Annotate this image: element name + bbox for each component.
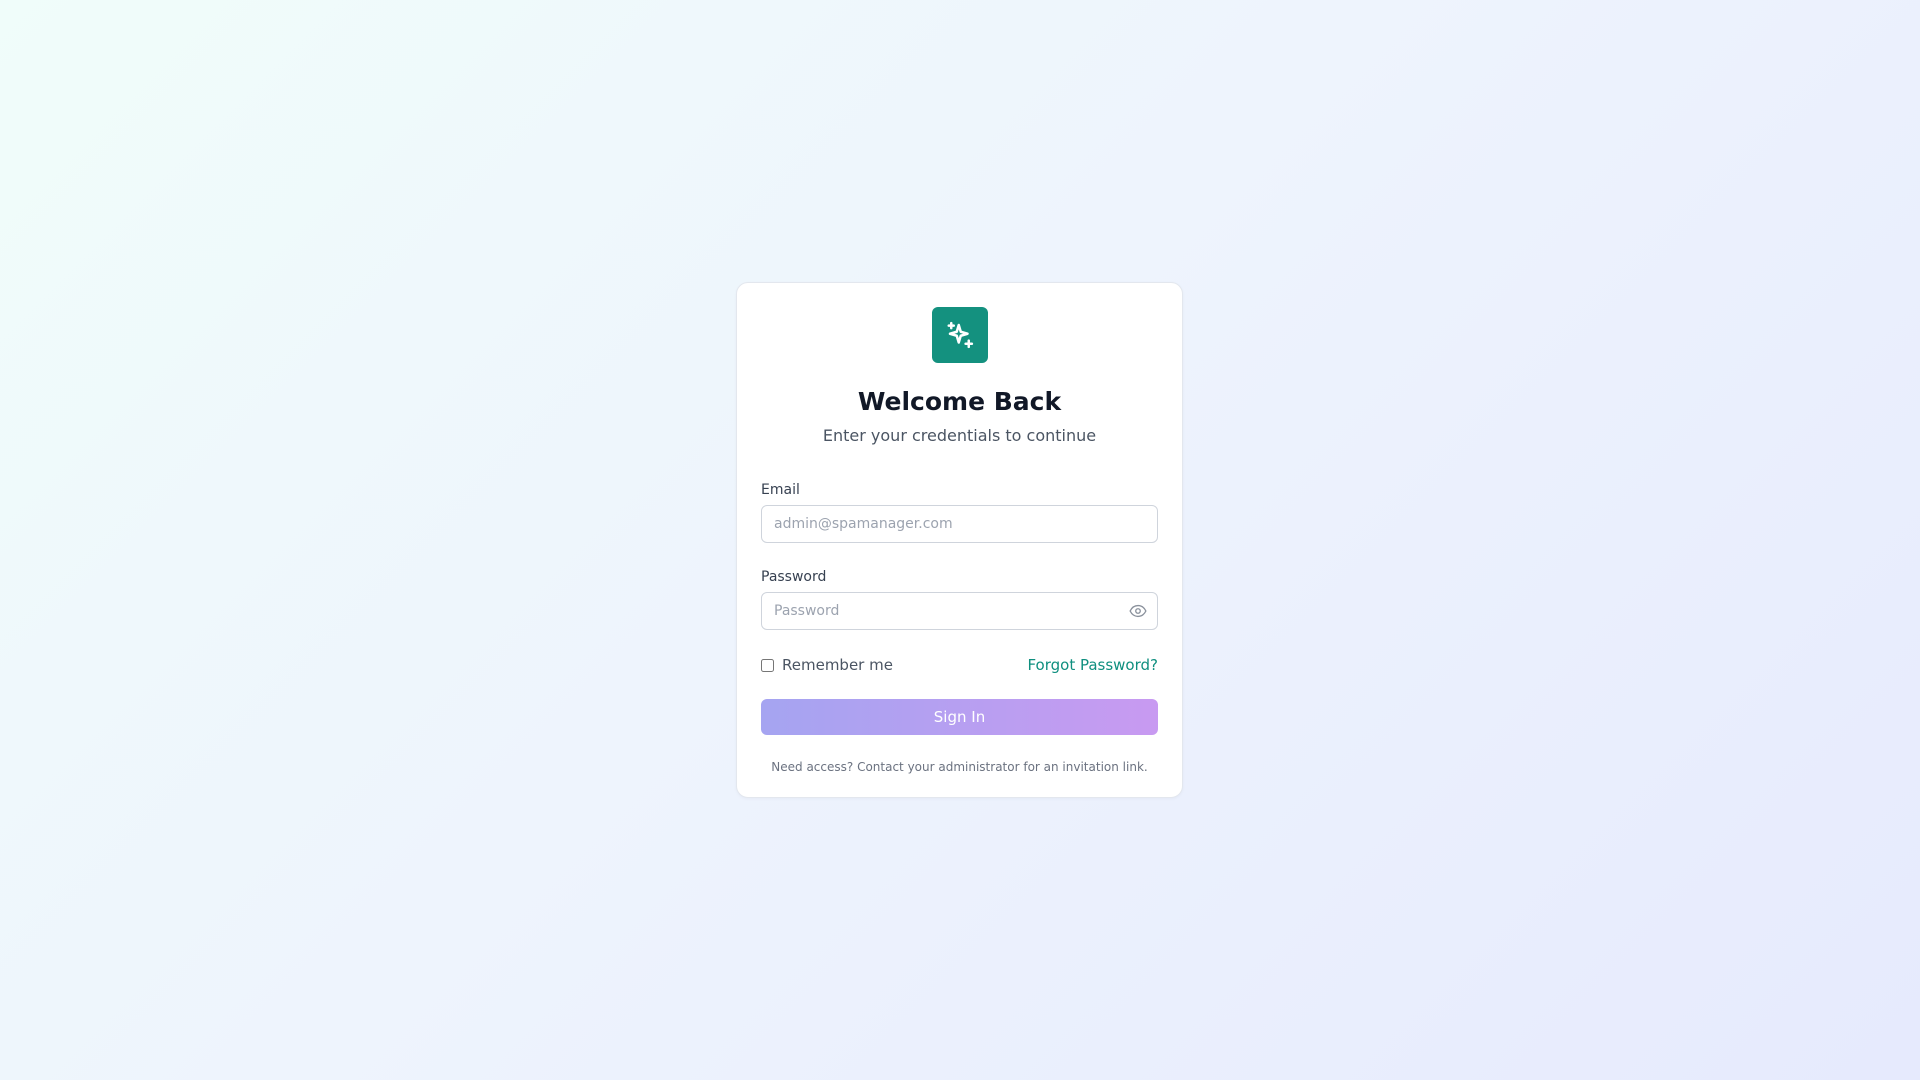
password-label: Password	[761, 569, 827, 585]
password-input[interactable]	[761, 592, 1158, 630]
email-label: Email	[761, 482, 800, 498]
login-card: Welcome Back Enter your credentials to c…	[736, 282, 1183, 798]
page-subtitle: Enter your credentials to continue	[822, 426, 1097, 445]
page-title: Welcome Back	[857, 387, 1062, 416]
forgot-password-link[interactable]: Forgot Password?	[1027, 656, 1158, 674]
form-options-row: Remember me Forgot Password?	[761, 655, 1158, 675]
remember-me-checkbox[interactable]	[761, 658, 774, 672]
sign-in-button[interactable]: Sign In	[761, 699, 1158, 735]
email-field-wrapper	[761, 505, 1158, 543]
remember-me[interactable]: Remember me	[761, 656, 893, 674]
show-password-toggle[interactable]	[1128, 601, 1148, 621]
sparkles-icon	[947, 321, 973, 349]
remember-me-label: Remember me	[782, 656, 893, 674]
password-field-wrapper	[761, 592, 1158, 630]
eye-icon	[1129, 604, 1147, 618]
logo-container	[761, 307, 1158, 363]
email-input[interactable]	[761, 505, 1158, 543]
access-note: Need access? Contact your administrator …	[771, 760, 1148, 774]
app-logo	[931, 307, 988, 363]
